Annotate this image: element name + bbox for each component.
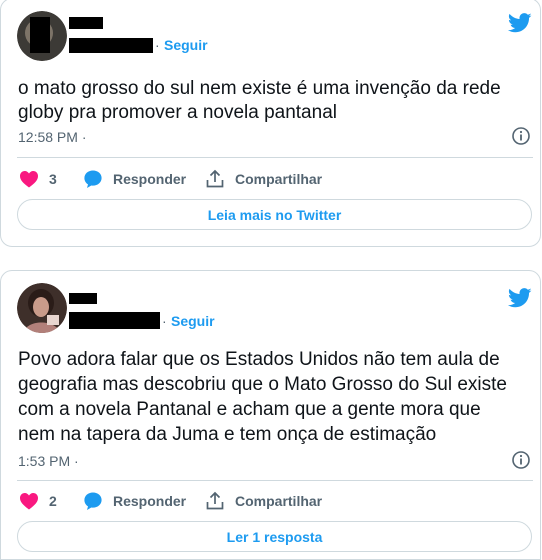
share-icon bbox=[206, 491, 224, 510]
like-button[interactable]: 2 bbox=[19, 492, 57, 510]
divider bbox=[17, 157, 533, 158]
tweet-text-line: Povo adora falar que os Estados Unidos n… bbox=[18, 349, 500, 370]
reply-button[interactable]: Responder bbox=[83, 491, 186, 511]
divider bbox=[17, 480, 533, 481]
tweet-text-line: globy pra promover a novela pantanal bbox=[18, 102, 337, 123]
info-icon[interactable] bbox=[511, 126, 531, 146]
tweet-text-line: com a novela Pantanal e acham que a gent… bbox=[18, 399, 481, 420]
reply-label: Responder bbox=[113, 171, 187, 187]
twitter-bird-icon[interactable] bbox=[508, 13, 532, 33]
heart-icon bbox=[20, 493, 38, 510]
tweet-card: · Seguir Povo adora falar que os Estados… bbox=[0, 270, 541, 560]
tweet-timestamp[interactable]: 12:58 PM · bbox=[18, 129, 86, 145]
avatar[interactable] bbox=[17, 283, 67, 333]
share-icon bbox=[206, 169, 224, 188]
like-count: 2 bbox=[49, 493, 57, 509]
share-button[interactable]: Compartilhar bbox=[205, 491, 322, 511]
follow-button[interactable]: Seguir bbox=[164, 37, 208, 53]
like-count: 3 bbox=[49, 171, 57, 187]
username-redacted bbox=[69, 312, 160, 329]
reply-bubble-icon bbox=[84, 170, 102, 188]
share-button[interactable]: Compartilhar bbox=[205, 169, 322, 189]
tweet-text-line: nem na tapera da Juma e tem onça de esti… bbox=[18, 424, 437, 445]
tweet-timestamp[interactable]: 1:53 PM · bbox=[18, 453, 79, 469]
display-name-redacted bbox=[69, 17, 103, 29]
reply-label: Responder bbox=[113, 493, 187, 509]
follow-button[interactable]: Seguir bbox=[171, 313, 215, 329]
reply-button[interactable]: Responder bbox=[83, 169, 186, 189]
separator-dot: · bbox=[162, 313, 167, 329]
info-icon[interactable] bbox=[511, 450, 531, 470]
avatar[interactable] bbox=[17, 11, 67, 61]
tweet-text-line: o mato grosso do sul nem existe é uma in… bbox=[18, 78, 501, 99]
heart-icon bbox=[20, 171, 38, 188]
reply-bubble-icon bbox=[84, 492, 102, 510]
read-replies-button[interactable]: Ler 1 resposta bbox=[17, 521, 532, 552]
share-label: Compartilhar bbox=[235, 493, 323, 509]
tweet-text-line: geografia mas descobriu que o Mato Gross… bbox=[18, 374, 507, 395]
tweet-card: · Seguir o mato grosso do sul nem existe… bbox=[0, 0, 541, 247]
share-label: Compartilhar bbox=[235, 171, 323, 187]
like-button[interactable]: 3 bbox=[19, 170, 57, 188]
read-more-button[interactable]: Leia mais no Twitter bbox=[17, 199, 532, 230]
separator-dot: · bbox=[155, 37, 160, 53]
display-name-redacted bbox=[69, 293, 97, 304]
twitter-bird-icon[interactable] bbox=[508, 288, 532, 308]
username-redacted bbox=[69, 38, 153, 53]
